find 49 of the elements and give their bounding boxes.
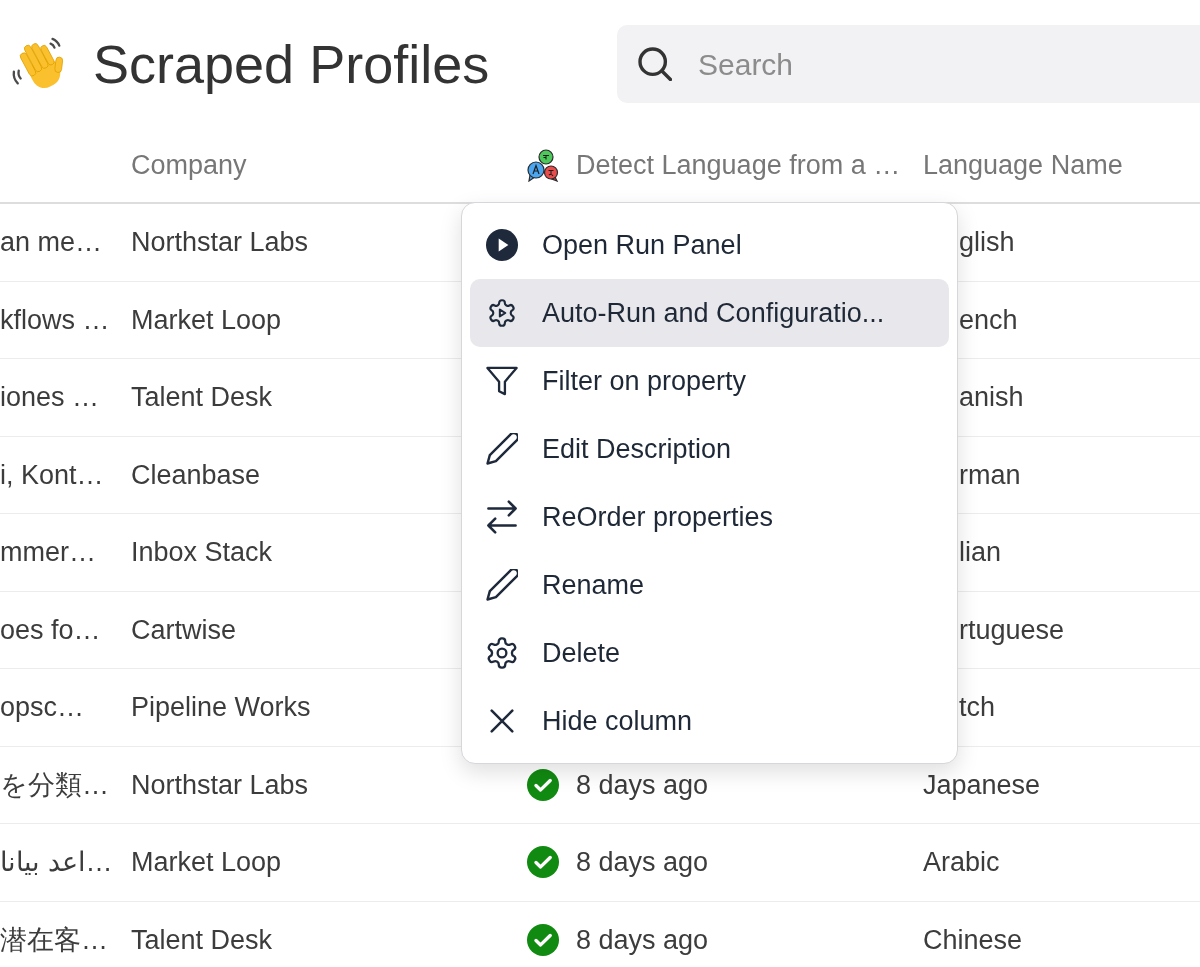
- company-name: Pipeline Works: [131, 692, 311, 722]
- language-name: tch: [959, 692, 996, 722]
- company-name: Northstar Labs: [131, 769, 309, 800]
- company-name: Talent Desk: [131, 382, 273, 412]
- profile-snippet-text: iones …: [0, 382, 100, 412]
- timestamp-text: 8 days ago: [576, 768, 709, 802]
- profile-snippet-text: i, Kont…: [0, 459, 104, 490]
- search-field[interactable]: Search: [617, 25, 1200, 103]
- language-name: glish: [959, 227, 1015, 257]
- column-header[interactable]: Language Name: [923, 144, 1123, 186]
- company-name: Cartwise: [131, 614, 237, 645]
- menu-item[interactable]: Auto-Run and Configuratio...: [470, 279, 949, 347]
- language-name: ench: [959, 304, 1018, 335]
- language-name: Japanese: [923, 769, 1041, 800]
- profile-snippet-text: اعد بيانا…: [0, 847, 113, 877]
- column-header[interactable]: Detect Language from a …: [527, 144, 901, 186]
- profile-snippet-text: opsc…: [0, 692, 85, 722]
- language-name: rman: [959, 459, 1021, 490]
- profile-snippet-text: kflows …: [0, 304, 110, 335]
- profile-snippet-text: oes fo…: [0, 614, 101, 645]
- company-name: Cleanbase: [131, 459, 261, 490]
- gear-play-icon: [486, 297, 518, 329]
- company-name: Market Loop: [131, 304, 282, 335]
- speech-bubbles-icon: [527, 148, 559, 182]
- search-icon: [638, 47, 672, 81]
- company-name: Inbox Stack: [131, 537, 273, 567]
- language-name: Chinese: [923, 924, 1023, 955]
- pencil-icon: [486, 569, 518, 601]
- search-input[interactable]: Search: [698, 42, 1200, 86]
- swap-arrows-icon: [486, 500, 518, 534]
- profile-snippet-text: 潜在客…: [0, 924, 108, 955]
- language-name: lian: [959, 537, 1002, 567]
- timestamp-text: 8 days ago: [576, 846, 709, 879]
- profile-snippet-text: mmer…: [0, 537, 96, 567]
- play-circle-icon: [486, 229, 518, 261]
- filter-icon: [486, 366, 518, 396]
- profile-snippet-text: an me…: [0, 227, 103, 257]
- gear-icon: [486, 637, 518, 669]
- language-name: Arabic: [923, 847, 1000, 877]
- language-name: anish: [959, 382, 1024, 412]
- column-header[interactable]: Company: [131, 144, 247, 186]
- profile-snippet-text: を分類…: [0, 769, 109, 800]
- company-name: Northstar Labs: [131, 227, 309, 257]
- pencil-icon: [486, 433, 518, 465]
- timestamp-text: 8 days ago: [576, 923, 709, 957]
- close-icon: [490, 709, 514, 733]
- company-name: Talent Desk: [131, 924, 273, 955]
- company-name: Market Loop: [131, 847, 282, 877]
- language-name: rtuguese: [959, 614, 1065, 645]
